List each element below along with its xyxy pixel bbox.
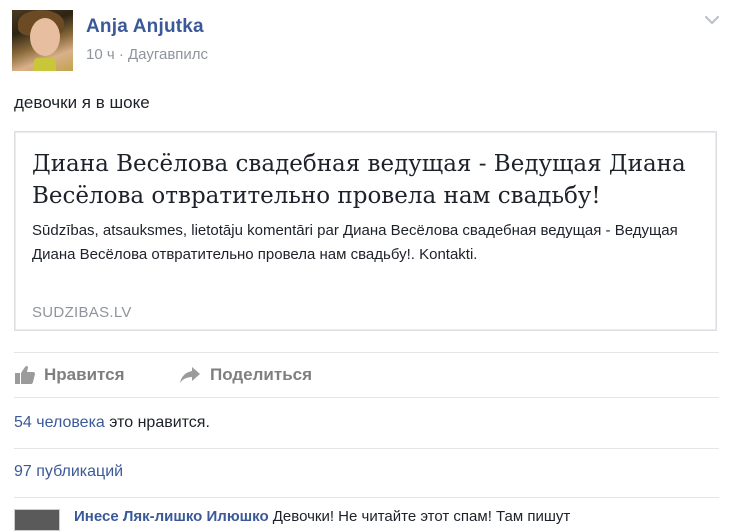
post-meta: 10 ч · Даугавпилс xyxy=(86,46,208,63)
avatar-clothing xyxy=(34,58,56,71)
link-domain: SUDZIBAS.LV xyxy=(32,304,132,321)
likes-summary: 54 человека это нравится. xyxy=(14,414,210,432)
post-options-chevron-down-icon[interactable] xyxy=(704,12,720,28)
divider xyxy=(14,352,719,353)
thumbs-up-icon xyxy=(15,366,35,384)
comment-body: Девочки! Не читайте этот спам! Там пишут xyxy=(268,508,571,525)
share-label: Поделиться xyxy=(210,365,313,384)
like-button[interactable]: Нравится xyxy=(14,363,125,387)
share-button[interactable]: Поделиться xyxy=(178,363,312,387)
commenter-name[interactable]: Инесе Ляк-лишко Илюшко xyxy=(74,508,269,525)
likes-count-link[interactable]: 54 человека xyxy=(14,414,105,431)
share-arrow-icon xyxy=(180,367,200,383)
link-title[interactable]: Диана Весёлова свадебная ведущая - Ведущ… xyxy=(32,148,712,212)
comment-preview: Инесе Ляк-лишко Илюшко Девочки! Не читай… xyxy=(74,508,736,525)
post-timestamp[interactable]: 10 ч xyxy=(86,46,115,63)
divider xyxy=(14,497,719,498)
shares-count-link[interactable]: 97 публикаций xyxy=(14,463,123,481)
link-preview-card[interactable]: Диана Весёлова свадебная ведущая - Ведущ… xyxy=(14,131,717,331)
divider xyxy=(14,397,719,398)
divider xyxy=(14,448,719,449)
author-avatar[interactable] xyxy=(12,10,73,71)
post-message: девочки я в шоке xyxy=(14,93,150,112)
meta-separator: · xyxy=(118,46,124,63)
link-description: Sūdzības, atsauksmes, lietotāju komentār… xyxy=(32,222,678,263)
avatar-face xyxy=(30,18,60,56)
likes-suffix: это нравится. xyxy=(104,414,210,431)
commenter-avatar[interactable] xyxy=(14,509,60,531)
like-label: Нравится xyxy=(44,365,125,384)
post-location[interactable]: Даугавпилс xyxy=(128,46,208,63)
author-name[interactable]: Anja Anjutka xyxy=(86,16,204,38)
